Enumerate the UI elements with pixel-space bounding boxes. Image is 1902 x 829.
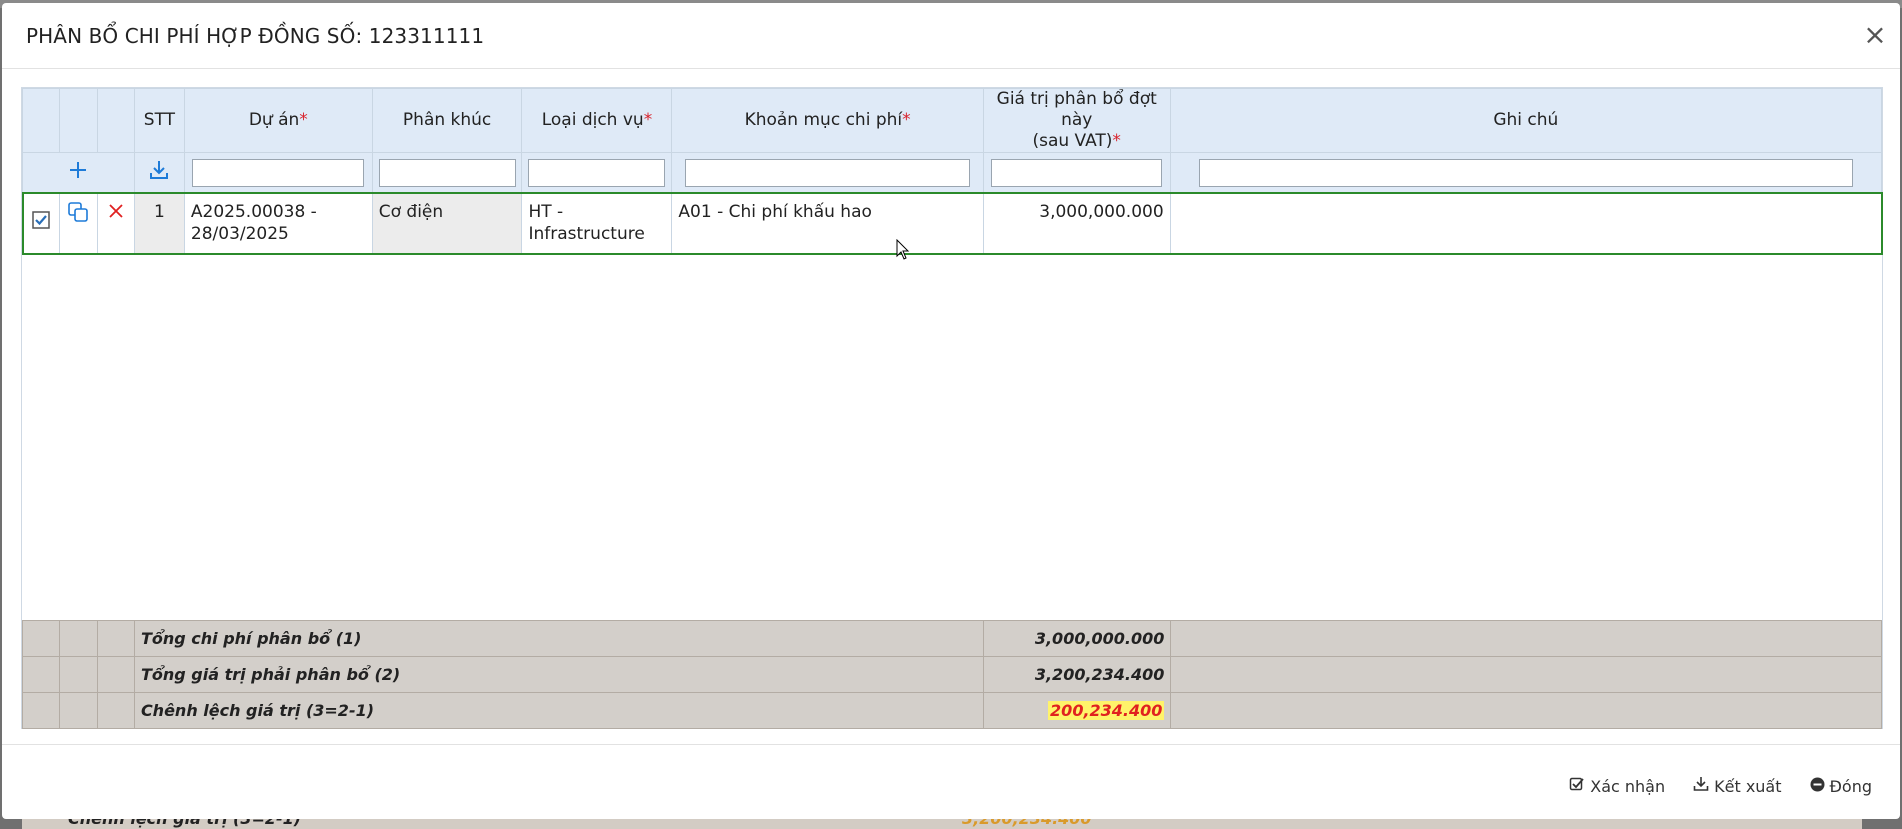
- summary-value: 3,000,000.000: [983, 620, 1172, 657]
- filter-phan-khuc-cell: [371, 152, 523, 193]
- header-select: [22, 88, 60, 153]
- header-row: STT Dự án* Phân khúc Loại dịch vụ* Khoản…: [22, 88, 1883, 153]
- filter-khoan-muc-input[interactable]: [684, 158, 971, 187]
- filter-khoan-muc-cell: [671, 152, 984, 193]
- header-stt: STT: [133, 88, 185, 153]
- row-stt: 1: [133, 192, 185, 254]
- filter-loai-dich-vu-input[interactable]: [528, 158, 666, 187]
- summary-value-cell: 200,234.400: [983, 692, 1172, 729]
- grid-table: STT Dự án* Phân khúc Loại dịch vụ* Khoản…: [21, 88, 1883, 255]
- confirm-button[interactable]: Xác nhận: [1569, 776, 1665, 796]
- summary-label: Tổng giá trị phải phân bổ (2): [133, 656, 985, 693]
- allocation-grid: STT Dự án* Phân khúc Loại dịch vụ* Khoản…: [21, 87, 1883, 729]
- download-icon[interactable]: [148, 159, 170, 181]
- row-phan-khuc: Cơ điện: [371, 192, 523, 254]
- summary-row-total: Tổng chi phí phân bổ (1) 3,000,000.000: [22, 620, 1882, 657]
- row-select-cell: [22, 192, 60, 254]
- footer-actions: Xác nhận Kết xuất Đóng: [1569, 776, 1872, 796]
- delete-icon[interactable]: [108, 203, 124, 219]
- row-du-an[interactable]: A2025.00038 - 28/03/2025: [183, 192, 373, 254]
- download-icon: [1693, 776, 1709, 796]
- minus-circle-icon: [1810, 777, 1825, 796]
- filter-loai-dich-vu-cell: [521, 152, 673, 193]
- header-delete: [96, 88, 135, 153]
- row-ghi-chu[interactable]: [1169, 192, 1883, 254]
- add-row-icon[interactable]: [69, 161, 87, 179]
- dialog-title: PHÂN BỔ CHI PHÍ HỢP ĐỒNG SỐ: 123311111: [26, 24, 485, 48]
- filter-ghi-chu-cell: [1169, 152, 1883, 193]
- allocation-dialog: PHÂN BỔ CHI PHÍ HỢP ĐỒNG SỐ: 123311111 ×…: [2, 3, 1900, 819]
- row-gia-tri[interactable]: 3,000,000.000: [982, 192, 1171, 254]
- export-label: Kết xuất: [1714, 776, 1782, 796]
- summary-row-required: Tổng giá trị phải phân bổ (2) 3,200,234.…: [22, 656, 1882, 693]
- filter-phan-khuc-input[interactable]: [378, 158, 516, 187]
- filter-du-an-cell: [183, 152, 373, 193]
- row-delete-cell: [96, 192, 135, 254]
- header-ghi-chu: Ghi chú: [1169, 88, 1883, 153]
- summary-table: Tổng chi phí phân bổ (1) 3,000,000.000 T…: [22, 620, 1882, 729]
- close-icon[interactable]: ×: [1860, 21, 1890, 51]
- row-loai-dich-vu[interactable]: HT - Infrastructure: [521, 192, 673, 254]
- mouse-cursor-icon: [896, 239, 910, 260]
- add-row-cell: [22, 152, 135, 193]
- export-button[interactable]: Kết xuất: [1693, 776, 1782, 796]
- close-label: Đóng: [1829, 776, 1872, 796]
- dialog-footer: Xác nhận Kết xuất Đóng: [2, 744, 1900, 819]
- summary-row-difference: Chênh lệch giá trị (3=2-1) 200,234.400: [22, 692, 1882, 729]
- difference-value: 200,234.400: [1048, 701, 1165, 720]
- filter-row: [22, 152, 1883, 193]
- summary-value: 3,200,234.400: [983, 656, 1172, 693]
- check-square-icon: [1569, 776, 1585, 796]
- row-copy-cell: [58, 192, 98, 254]
- checkbox-checked-icon[interactable]: [32, 211, 50, 229]
- header-gia-tri: Giá trị phân bổ đợt này (sau VAT)*: [982, 88, 1171, 153]
- close-button[interactable]: Đóng: [1810, 776, 1872, 796]
- header-copy: [58, 88, 98, 153]
- header-khoan-muc: Khoản mục chi phí*: [671, 88, 984, 153]
- header-phan-khuc: Phân khúc: [371, 88, 523, 153]
- filter-du-an-input[interactable]: [192, 158, 365, 187]
- filter-gia-tri-input[interactable]: [991, 158, 1163, 187]
- copy-icon[interactable]: [67, 201, 89, 223]
- summary-label: Tổng chi phí phân bổ (1): [133, 620, 985, 657]
- header-loai-dich-vu: Loại dịch vụ*: [521, 88, 673, 153]
- summary-label: Chênh lệch giá trị (3=2-1): [133, 692, 985, 729]
- row-khoan-muc[interactable]: A01 - Chi phí khấu hao: [671, 192, 984, 254]
- filter-ghi-chu-input[interactable]: [1199, 158, 1853, 187]
- import-cell: [133, 152, 185, 193]
- header-du-an: Dự án*: [183, 88, 373, 153]
- dialog-header: PHÂN BỔ CHI PHÍ HỢP ĐỒNG SỐ: 123311111 ×: [2, 3, 1900, 69]
- confirm-label: Xác nhận: [1590, 776, 1666, 796]
- filter-gia-tri-cell: [982, 152, 1171, 193]
- table-row[interactable]: 1 A2025.00038 - 28/03/2025 Cơ điện HT - …: [21, 191, 1883, 255]
